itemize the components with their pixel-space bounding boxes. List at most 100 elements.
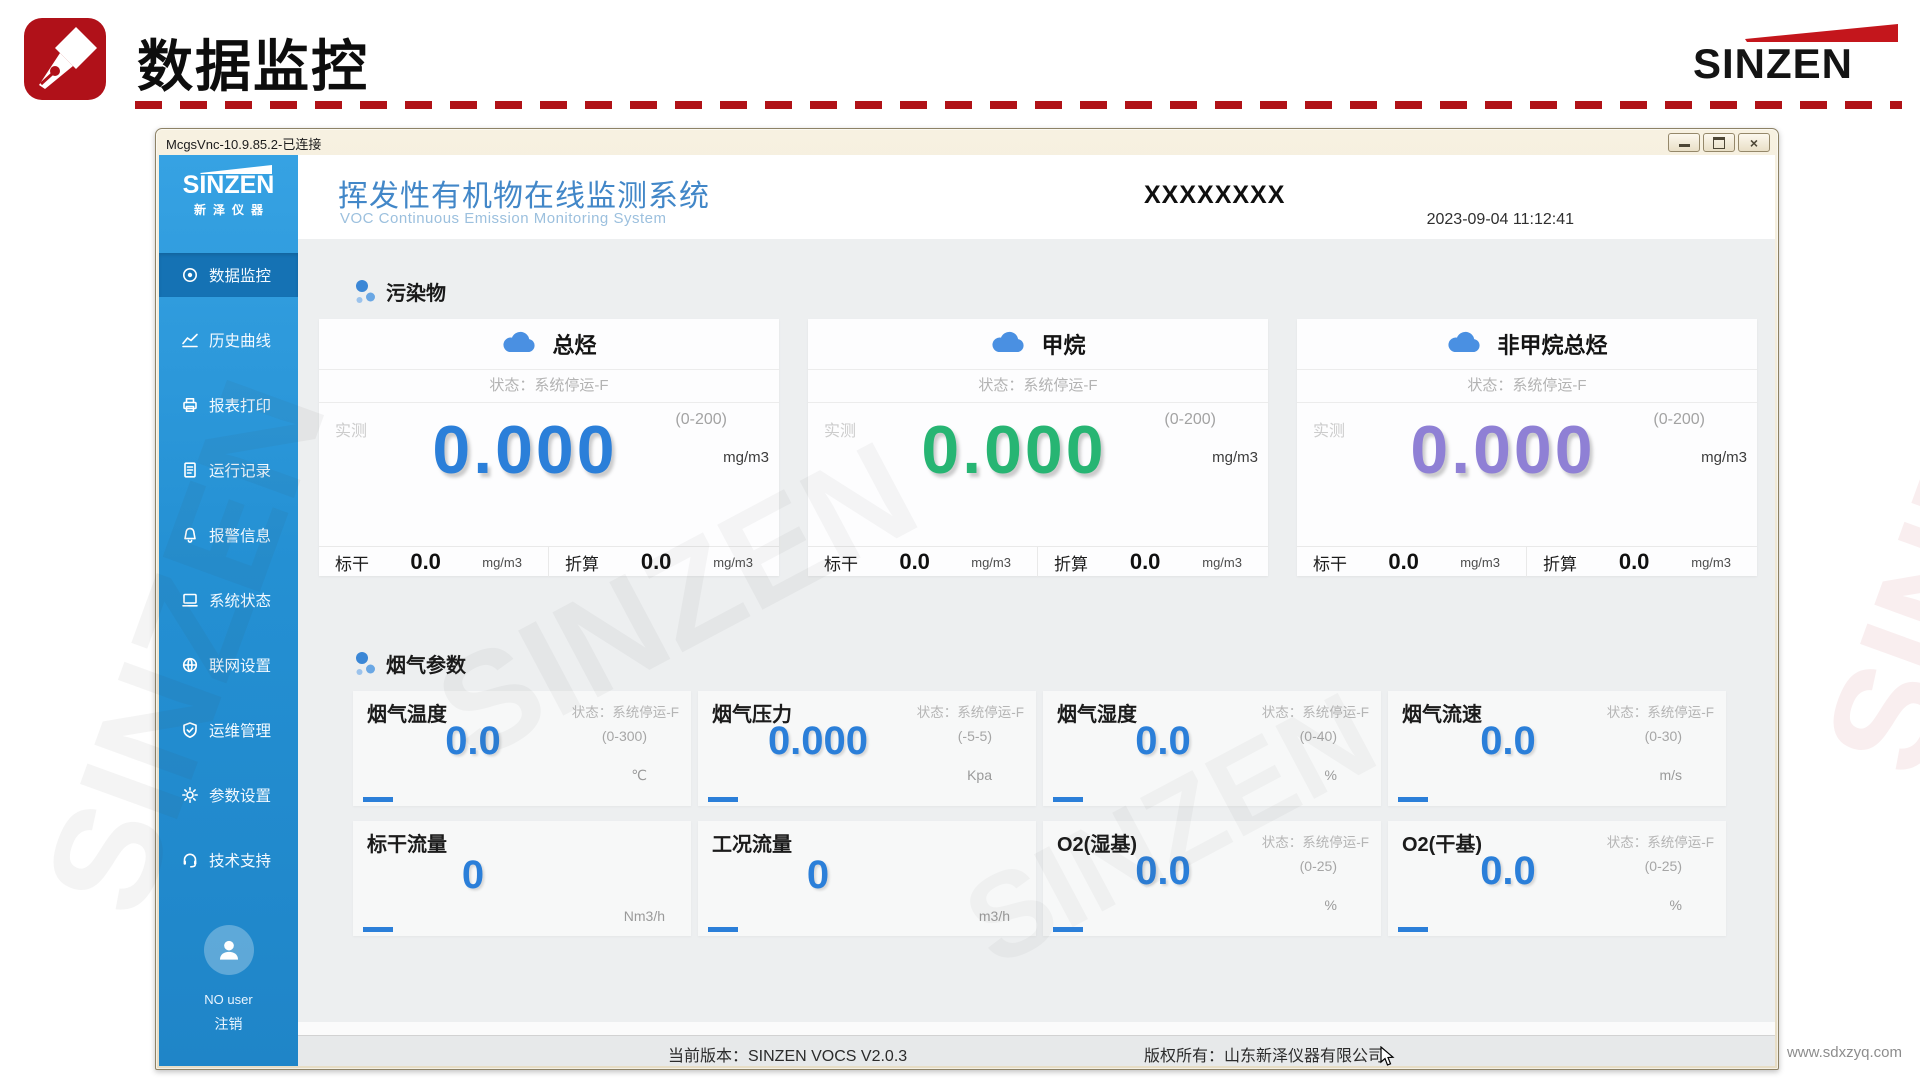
sidebar-item-printer[interactable]: 报表打印 bbox=[159, 383, 298, 427]
main-area: 挥发性有机物在线监测系统 VOC Continuous Emission Mon… bbox=[298, 155, 1775, 1066]
sidebar-item-ops-shield[interactable]: 运维管理 bbox=[159, 708, 298, 752]
parameter-unit: ℃ bbox=[631, 767, 647, 784]
version-text: 当前版本：SINZEN VOCS V2.0.3 bbox=[668, 1042, 907, 1066]
flue-gas-section-header: 烟气参数 bbox=[353, 649, 466, 678]
parameter-unit: Nm3/h bbox=[624, 908, 665, 924]
logout-button[interactable]: 注销 bbox=[159, 1014, 298, 1034]
parameter-value: 0.000 bbox=[698, 719, 938, 764]
window-title: McgsVnc-10.9.85.2-已连接 bbox=[166, 134, 321, 153]
parameter-value: 0 bbox=[353, 853, 593, 898]
maximize-icon bbox=[1713, 137, 1725, 149]
sidebar-logo: SINZEN 新泽仪器 bbox=[159, 165, 298, 218]
alarm-icon bbox=[181, 526, 199, 544]
sidebar-item-support[interactable]: 技术支持 bbox=[159, 838, 298, 882]
range-label: (0-40) bbox=[1300, 728, 1337, 744]
status-text: 状态：系统停运-F bbox=[1262, 831, 1369, 851]
sidebar-item-label: 运行记录 bbox=[209, 459, 271, 481]
dashboard-content: 污染物 总烃 状态：系统停运-F 实测 (0-200) 0.000 mg/m3 … bbox=[298, 239, 1775, 1022]
status-text: 状态：系统停运-F bbox=[572, 701, 679, 721]
sidebar-item-monitor[interactable]: 数据监控 bbox=[159, 253, 298, 297]
minimize-icon bbox=[1679, 144, 1690, 147]
pollutant-card: 总烃 状态：系统停运-F 实测 (0-200) 0.000 mg/m3 标干 0… bbox=[319, 319, 779, 576]
sidebar-logo-subtext: 新泽仪器 bbox=[166, 201, 298, 218]
close-button[interactable]: × bbox=[1738, 133, 1770, 152]
pollutant-card-body: 实测 (0-200) 0.000 mg/m3 bbox=[319, 403, 779, 546]
sidebar-item-network[interactable]: 联网设置 bbox=[159, 643, 298, 687]
sidebar-item-label: 运维管理 bbox=[209, 719, 271, 741]
parameter-value: 0.0 bbox=[353, 719, 593, 764]
close-icon: × bbox=[1750, 136, 1758, 150]
pollutant-name: 总烃 bbox=[552, 328, 596, 360]
pollutant-card: 非甲烷总烃 状态：系统停运-F 实测 (0-200) 0.000 mg/m3 标… bbox=[1297, 319, 1757, 576]
subvalue-label: 标干 bbox=[1313, 550, 1347, 575]
status-text: 状态：系统停运-F bbox=[917, 701, 1024, 721]
pollutant-subvalue: 标干 0.0 mg/m3 bbox=[808, 547, 1038, 577]
subvalue-number: 0.0 bbox=[1130, 549, 1161, 575]
pollutant-card-body: 实测 (0-200) 0.000 mg/m3 bbox=[1297, 403, 1757, 546]
cloud-icon bbox=[990, 330, 1026, 359]
flue-gas-section-title: 烟气参数 bbox=[386, 649, 466, 678]
sidebar-item-label: 历史曲线 bbox=[209, 329, 271, 351]
pollutant-subvalue: 标干 0.0 mg/m3 bbox=[1297, 547, 1527, 577]
app-footer: 当前版本：SINZEN VOCS V2.0.3 版权所有：山东新泽仪器有限公司 bbox=[298, 1035, 1775, 1066]
sidebar-item-gear[interactable]: 参数设置 bbox=[159, 773, 298, 817]
pollutant-card-header: 总烃 bbox=[319, 319, 779, 370]
system-status-icon bbox=[181, 591, 199, 609]
sidebar-item-label: 参数设置 bbox=[209, 784, 271, 806]
status-text: 状态：系统停运-F bbox=[319, 370, 779, 403]
pollutant-unit: mg/m3 bbox=[1212, 449, 1258, 466]
copyright-text: 版权所有：山东新泽仪器有限公司 bbox=[1144, 1042, 1384, 1066]
parameter-unit: Kpa bbox=[967, 767, 992, 783]
pollutant-name: 甲烷 bbox=[1041, 328, 1085, 360]
pollutant-card-header: 甲烷 bbox=[808, 319, 1268, 370]
record-icon bbox=[181, 461, 199, 479]
card-accent-dash bbox=[363, 797, 393, 802]
parameter-unit: % bbox=[1325, 897, 1337, 913]
card-accent-dash bbox=[1053, 927, 1083, 932]
page: 数据监控 SINZEN SINZEN SINZEN SINZEN SINZEN … bbox=[0, 0, 1920, 1079]
subvalue-number: 0.0 bbox=[410, 549, 441, 575]
parameter-unit: m/s bbox=[1659, 767, 1682, 783]
parameter-value: 0.0 bbox=[1388, 849, 1628, 894]
sidebar-item-label: 报表打印 bbox=[209, 394, 271, 416]
sidebar-item-alarm[interactable]: 报警信息 bbox=[159, 513, 298, 557]
avatar[interactable] bbox=[204, 925, 254, 975]
sidebar-item-history-curve[interactable]: 历史曲线 bbox=[159, 318, 298, 362]
network-icon bbox=[181, 656, 199, 674]
maximize-button[interactable] bbox=[1703, 133, 1735, 152]
subvalue-label: 折算 bbox=[565, 550, 599, 575]
minimize-button[interactable] bbox=[1668, 133, 1700, 152]
pollutant-card-footer: 标干 0.0 mg/m3 折算 0.0 mg/m3 bbox=[1297, 546, 1757, 577]
page-title: 数据监控 bbox=[137, 22, 369, 103]
flue-gas-card: O2(干基)状态：系统停运-F(0-25)0.0 % bbox=[1388, 821, 1726, 936]
card-accent-dash bbox=[708, 927, 738, 932]
pollutant-card-footer: 标干 0.0 mg/m3 折算 0.0 mg/m3 bbox=[319, 546, 779, 577]
divider-dashed-line bbox=[135, 101, 1902, 109]
subvalue-label: 标干 bbox=[335, 550, 369, 575]
card-accent-dash bbox=[1398, 927, 1428, 932]
sidebar-item-label: 报警信息 bbox=[209, 524, 271, 546]
range-label: (0-25) bbox=[1645, 858, 1682, 874]
pollutant-subvalue: 折算 0.0 mg/m3 bbox=[1038, 547, 1268, 577]
sidebar-item-system-status[interactable]: 系统状态 bbox=[159, 578, 298, 622]
pollutant-section-title: 污染物 bbox=[386, 277, 446, 306]
parameter-value: 0.0 bbox=[1388, 719, 1628, 764]
flue-gas-cards: 烟气温度状态：系统停运-F(0-300)0.0 ℃ 烟气压力状态：系统停运-F(… bbox=[353, 691, 1726, 936]
gear-icon bbox=[181, 786, 199, 804]
window-titlebar: McgsVnc-10.9.85.2-已连接 × bbox=[156, 129, 1778, 155]
dots-icon bbox=[353, 651, 377, 677]
pollutant-subvalue: 折算 0.0 mg/m3 bbox=[549, 547, 779, 577]
parameter-unit: m3/h bbox=[979, 908, 1010, 924]
status-text: 状态：系统停运-F bbox=[808, 370, 1268, 403]
sidebar-item-label: 数据监控 bbox=[209, 264, 271, 286]
subvalue-unit: mg/m3 bbox=[1691, 555, 1731, 570]
website-link[interactable]: www.sdxzyq.com bbox=[1787, 1044, 1902, 1061]
range-label: (0-30) bbox=[1645, 728, 1682, 744]
sinzen-logo: SINZEN bbox=[1693, 24, 1898, 88]
subvalue-label: 折算 bbox=[1543, 550, 1577, 575]
sidebar-logo-text: SINZEN bbox=[159, 173, 298, 198]
flue-gas-card: 烟气温度状态：系统停运-F(0-300)0.0 ℃ bbox=[353, 691, 691, 806]
cloud-icon bbox=[1446, 330, 1482, 359]
subvalue-label: 标干 bbox=[824, 550, 858, 575]
sidebar-item-record[interactable]: 运行记录 bbox=[159, 448, 298, 492]
